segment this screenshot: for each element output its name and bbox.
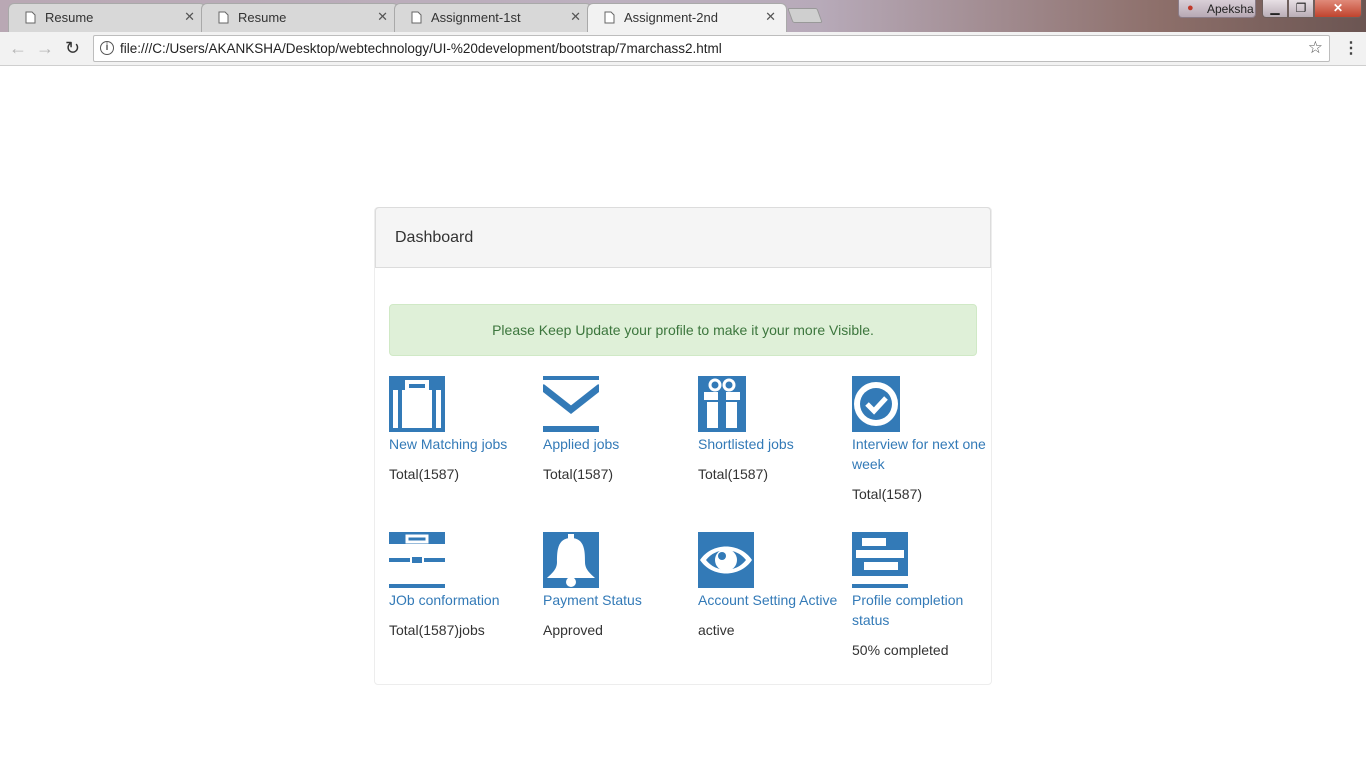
eye-icon[interactable] xyxy=(698,532,754,588)
card-shortlisted-jobs: Shortlisted jobs Total(1587) xyxy=(698,376,838,484)
info-icon[interactable]: i xyxy=(100,41,114,55)
card-link[interactable]: Applied jobs xyxy=(543,434,683,454)
card-link[interactable]: Payment Status xyxy=(543,590,683,610)
browser-tab[interactable]: Assignment-1st ✕ xyxy=(394,3,592,32)
back-arrow-icon[interactable]: ← xyxy=(9,38,27,59)
page-icon xyxy=(25,11,36,24)
card-link[interactable]: Account Setting Active xyxy=(698,590,838,610)
tab-label: Assignment-2nd xyxy=(624,10,718,25)
profile-alert: Please Keep Update your profile to make … xyxy=(389,304,977,356)
browser-toolbar: ← → ↻ i file:///C:/Users/AKANKSHA/Deskto… xyxy=(0,32,1366,66)
briefcase-icon[interactable] xyxy=(389,376,445,432)
check-circle-icon[interactable] xyxy=(852,376,900,432)
toolbox-icon[interactable] xyxy=(389,532,445,588)
card-link[interactable]: Interview for next one week xyxy=(852,434,992,474)
bookmark-star-icon[interactable]: ☆ xyxy=(1308,38,1323,58)
card-profile-completion: Profile completion status 50% completed xyxy=(852,532,992,660)
card-applied-jobs: Applied jobs Total(1587) xyxy=(543,376,683,484)
minimize-button[interactable]: ▁ xyxy=(1262,0,1288,18)
card-link[interactable]: Shortlisted jobs xyxy=(698,434,838,454)
card-value: Total(1587) xyxy=(389,466,460,482)
profile-button[interactable]: ● Apeksha xyxy=(1178,0,1256,18)
card-link[interactable]: New Matching jobs xyxy=(389,434,529,454)
tasks-icon[interactable] xyxy=(852,532,908,588)
envelope-icon[interactable] xyxy=(543,376,599,432)
tab-label: Resume xyxy=(45,10,94,25)
url-text[interactable]: file:///C:/Users/AKANKSHA/Desktop/webtec… xyxy=(120,41,722,56)
close-tab-icon[interactable]: ✕ xyxy=(765,9,776,25)
browser-tab[interactable]: Resume ✕ xyxy=(201,3,399,32)
close-tab-icon[interactable]: ✕ xyxy=(377,9,388,25)
card-value: Total(1587)jobs xyxy=(389,622,485,638)
reload-icon[interactable]: ↻ xyxy=(65,38,80,59)
card-value: 50% completed xyxy=(852,642,949,658)
close-tab-icon[interactable]: ✕ xyxy=(184,9,195,25)
card-value: Approved xyxy=(543,622,603,638)
card-account-setting: Account Setting Active active xyxy=(698,532,838,640)
menu-dots-icon[interactable]: ⋮ xyxy=(1343,38,1359,58)
card-job-conformation: JOb conformation Total(1587)jobs xyxy=(389,532,529,640)
profile-icon: ● xyxy=(1187,2,1194,14)
card-interview: Interview for next one week Total(1587) xyxy=(852,376,992,504)
panel-heading: Dashboard xyxy=(375,207,991,268)
card-value: Total(1587) xyxy=(852,486,923,502)
card-new-matching-jobs: New Matching jobs Total(1587) xyxy=(389,376,529,484)
card-value: active xyxy=(698,622,735,638)
browser-tab-active[interactable]: Assignment-2nd ✕ xyxy=(587,3,787,32)
maximize-button[interactable]: ❐ xyxy=(1288,0,1314,18)
card-value: Total(1587) xyxy=(698,466,769,482)
forward-arrow-icon[interactable]: → xyxy=(36,38,54,59)
tab-label: Resume xyxy=(238,10,287,25)
page-icon xyxy=(218,11,229,24)
bell-icon[interactable] xyxy=(543,532,599,588)
card-link[interactable]: Profile completion status xyxy=(852,590,992,630)
address-bar[interactable]: i file:///C:/Users/AKANKSHA/Desktop/webt… xyxy=(93,35,1330,62)
browser-titlebar: Resume ✕ Resume ✕ Assignment-1st ✕ Assig… xyxy=(0,0,1366,32)
card-link[interactable]: JOb conformation xyxy=(389,590,529,610)
page-icon xyxy=(604,11,615,24)
gift-icon[interactable] xyxy=(698,376,746,432)
tab-label: Assignment-1st xyxy=(431,10,521,25)
card-value: Total(1587) xyxy=(543,466,614,482)
close-window-button[interactable]: ✕ xyxy=(1314,0,1362,18)
browser-tab[interactable]: Resume ✕ xyxy=(8,3,206,32)
close-tab-icon[interactable]: ✕ xyxy=(570,9,581,25)
panel-title: Dashboard xyxy=(395,229,474,246)
card-payment-status: Payment Status Approved xyxy=(543,532,683,640)
profile-name: Apeksha xyxy=(1207,2,1254,16)
dashboard-panel: Dashboard Please Keep Update your profil… xyxy=(374,207,992,685)
page-icon xyxy=(411,11,422,24)
new-tab-button[interactable] xyxy=(787,8,823,23)
